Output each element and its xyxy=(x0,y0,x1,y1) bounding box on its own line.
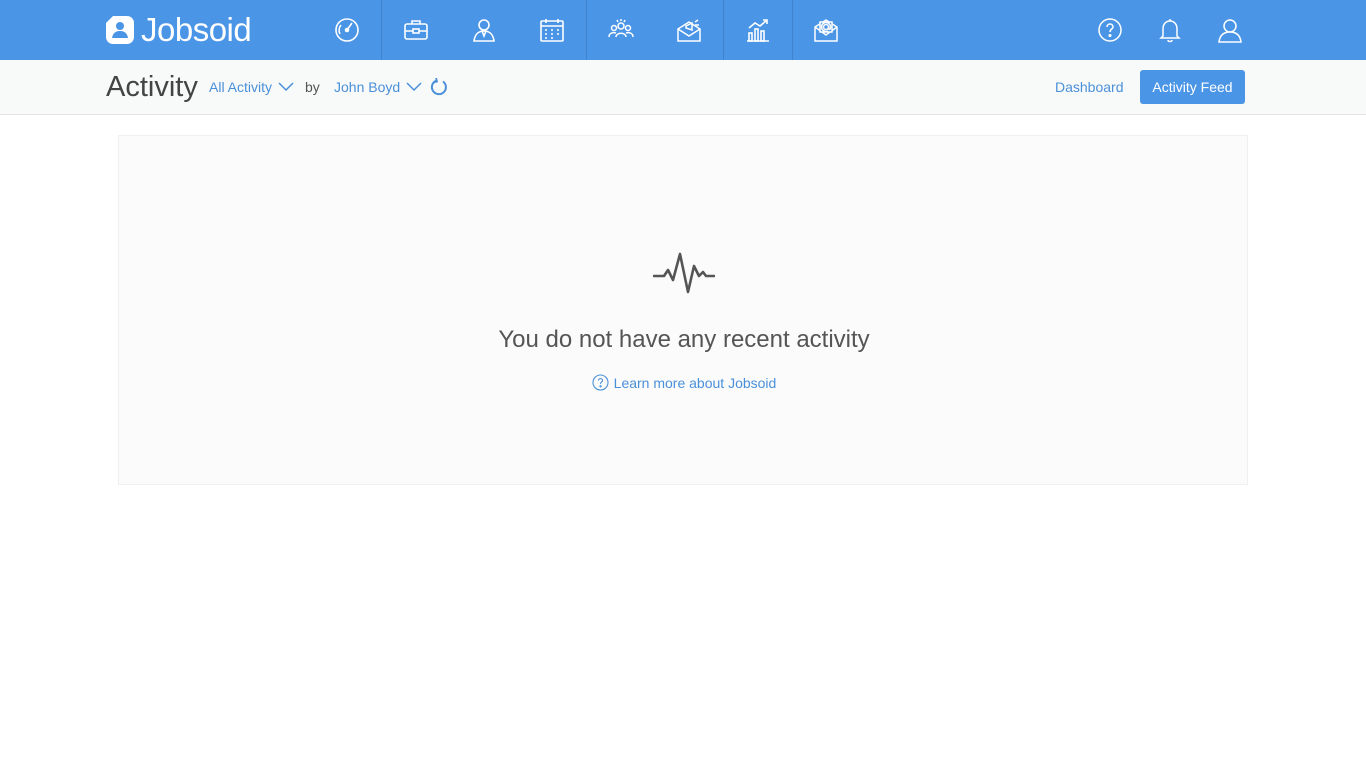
jobs-icon[interactable] xyxy=(382,0,450,60)
campaigns-icon[interactable] xyxy=(655,0,723,60)
bell-icon[interactable] xyxy=(1145,0,1195,60)
page-title: Activity xyxy=(106,71,198,103)
chevron-down-icon xyxy=(406,82,422,92)
dashboard-link[interactable]: Dashboard xyxy=(1055,79,1124,95)
empty-activity-card: You do not have any recent activity Lear… xyxy=(118,135,1248,485)
learn-more-link[interactable]: Learn more about Jobsoid xyxy=(119,374,1249,391)
by-label: by xyxy=(305,79,320,95)
logo-text: Jobsoid xyxy=(141,11,252,48)
calendar-icon[interactable] xyxy=(518,0,586,60)
team-icon[interactable] xyxy=(587,0,655,60)
dashboard-icon[interactable] xyxy=(313,0,381,60)
empty-state-message: You do not have any recent activity xyxy=(498,326,870,353)
candidates-icon[interactable] xyxy=(450,0,518,60)
sub-header: Activity All Activity by John Boyd Dashb… xyxy=(0,60,1366,115)
jobsoid-logo[interactable]: Jobsoid xyxy=(105,11,252,48)
user-icon[interactable] xyxy=(1205,0,1255,60)
reports-icon[interactable] xyxy=(724,0,792,60)
activity-feed-button[interactable]: Activity Feed xyxy=(1140,70,1245,104)
refresh-icon[interactable] xyxy=(430,78,448,96)
chevron-down-icon xyxy=(278,82,294,92)
activity-filter-dropdown[interactable]: All Activity xyxy=(209,79,294,95)
user-filter-label: John Boyd xyxy=(334,79,401,95)
logo-mark-icon xyxy=(106,16,134,44)
top-navigation-bar: Jobsoid xyxy=(0,0,1366,60)
mail-icon[interactable] xyxy=(792,0,860,60)
activity-filter-label: All Activity xyxy=(209,79,273,95)
help-circle-icon xyxy=(592,374,609,391)
help-icon[interactable] xyxy=(1085,0,1135,60)
user-filter-dropdown[interactable]: John Boyd xyxy=(334,79,422,95)
learn-more-label: Learn more about Jobsoid xyxy=(613,374,777,391)
pulse-icon xyxy=(653,252,715,294)
